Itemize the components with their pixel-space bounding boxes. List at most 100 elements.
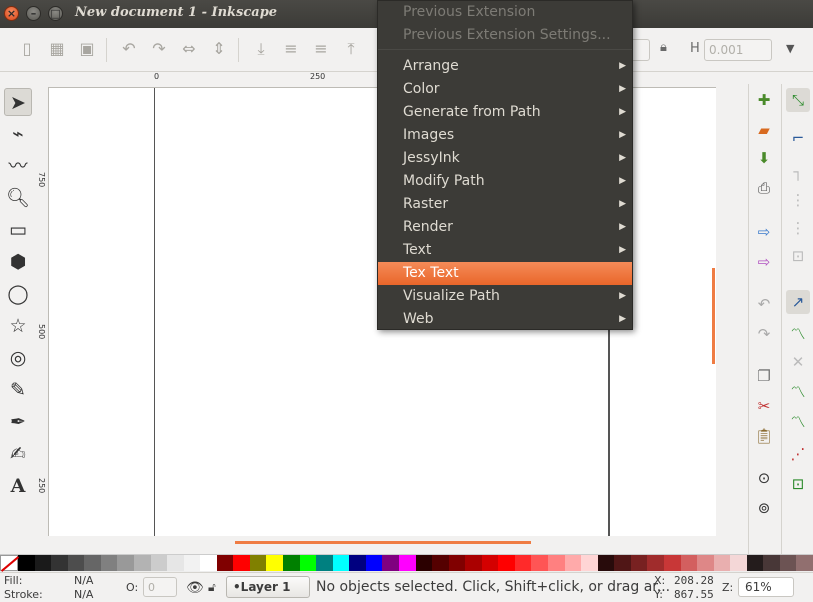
- palette-swatch[interactable]: [730, 555, 747, 571]
- palette-swatch[interactable]: [150, 555, 168, 571]
- menu-item[interactable]: Images ▶: [378, 124, 632, 147]
- palette-swatch[interactable]: [432, 555, 449, 571]
- snap-path-icon[interactable]: 〽: [786, 322, 810, 346]
- zoom-selection-icon[interactable]: ⊙: [752, 466, 776, 490]
- snap-midpoint-icon[interactable]: ⋰: [786, 442, 810, 466]
- vertical-scrollbar[interactable]: [716, 88, 730, 536]
- menu-item[interactable]: Visualize Path ▶: [378, 285, 632, 308]
- spiral-tool-icon[interactable]: ◎: [4, 344, 32, 372]
- palette-swatch[interactable]: [299, 555, 317, 571]
- opacity-field[interactable]: 0: [143, 577, 177, 597]
- snap-bbox-midpoint-icon[interactable]: ⋮: [786, 216, 810, 240]
- palette-swatch[interactable]: [796, 555, 813, 571]
- palette-swatch[interactable]: [415, 555, 433, 571]
- chevron-down-icon[interactable]: ▼: [786, 42, 794, 55]
- palette-swatch[interactable]: [18, 555, 35, 571]
- menu-item[interactable]: Arrange ▶: [378, 55, 632, 78]
- palette-swatch[interactable]: [564, 555, 582, 571]
- zoom-tool-icon[interactable]: 🔍︎: [4, 184, 32, 212]
- menu-item[interactable]: Render ▶: [378, 216, 632, 239]
- snap-toggle-icon[interactable]: ⤡: [786, 88, 810, 112]
- palette-swatch[interactable]: [249, 555, 267, 571]
- palette-swatch[interactable]: [200, 555, 217, 571]
- star-tool-icon[interactable]: ☆: [4, 312, 32, 340]
- redo-icon[interactable]: ↷: [752, 322, 776, 346]
- palette-swatch[interactable]: [349, 555, 366, 571]
- palette-swatch[interactable]: [100, 555, 118, 571]
- palette-swatch[interactable]: [84, 555, 101, 571]
- menu-item[interactable]: Text ▶: [378, 239, 632, 262]
- snap-center-icon[interactable]: ⊡: [786, 472, 810, 496]
- new-document-icon[interactable]: ✚: [752, 88, 776, 112]
- menu-item[interactable]: Raster ▶: [378, 193, 632, 216]
- palette-swatch[interactable]: [266, 555, 283, 571]
- snap-smooth-icon[interactable]: 〽: [786, 410, 810, 434]
- eye-icon[interactable]: 👁︎: [186, 580, 204, 596]
- calligraphy-tool-icon[interactable]: ✍: [4, 440, 32, 468]
- palette-swatch[interactable]: [713, 555, 731, 571]
- palette-swatch[interactable]: [779, 555, 797, 571]
- vertical-ruler[interactable]: 750 500 250: [35, 88, 49, 536]
- palette-swatch[interactable]: [382, 555, 399, 571]
- palette-swatch[interactable]: [614, 555, 631, 571]
- palette-swatch[interactable]: [697, 555, 714, 571]
- palette-swatch[interactable]: [133, 555, 151, 571]
- menu-item[interactable]: JessyInk ▶: [378, 147, 632, 170]
- zoom-field[interactable]: 61%: [738, 577, 794, 597]
- ellipse-tool-icon[interactable]: ◯: [4, 280, 32, 308]
- rectangle-tool-icon[interactable]: ▭: [4, 216, 32, 244]
- stroke-value[interactable]: N/A: [74, 588, 93, 601]
- fill-value[interactable]: N/A: [74, 574, 93, 587]
- palette-swatch[interactable]: [332, 555, 350, 571]
- window-close-button[interactable]: ×: [4, 6, 19, 21]
- snap-bbox-corner-icon[interactable]: ⋮: [786, 188, 810, 212]
- palette-swatch[interactable]: [763, 555, 780, 571]
- palette-swatch[interactable]: [680, 555, 698, 571]
- palette-swatch[interactable]: [531, 555, 548, 571]
- height-field[interactable]: 0.001: [704, 39, 772, 61]
- flip-horizontal-icon[interactable]: ⇔: [178, 38, 200, 60]
- palette-swatch[interactable]: [647, 555, 664, 571]
- palette-swatch[interactable]: [216, 555, 234, 571]
- palette-swatch[interactable]: [51, 555, 68, 571]
- lower-to-bottom-icon[interactable]: ⤓: [250, 38, 272, 60]
- palette-swatch[interactable]: [34, 555, 52, 571]
- snap-bbox-center-icon[interactable]: ⊡: [786, 244, 810, 268]
- lock-icon[interactable]: 🔓︎: [208, 580, 216, 595]
- undo-icon[interactable]: ↶: [752, 292, 776, 316]
- paste-icon[interactable]: 📋︎: [752, 424, 776, 448]
- palette-swatch[interactable]: [514, 555, 532, 571]
- selector-tool-icon[interactable]: ➤: [4, 88, 32, 116]
- no-paint-swatch[interactable]: [0, 555, 18, 571]
- palette-swatch[interactable]: [67, 555, 85, 571]
- snap-cusp-icon[interactable]: 〽: [786, 380, 810, 404]
- zoom-drawing-icon[interactable]: ⊚: [752, 496, 776, 520]
- import-icon[interactable]: ⇨: [752, 220, 776, 244]
- snap-intersection-icon[interactable]: ✕: [786, 350, 810, 374]
- raise-icon[interactable]: ≡: [310, 38, 332, 60]
- export-icon[interactable]: ⇨: [752, 250, 776, 274]
- palette-swatch[interactable]: [167, 555, 184, 571]
- palette-swatch[interactable]: [316, 555, 333, 571]
- snap-bbox-icon[interactable]: ⌐: [786, 126, 810, 150]
- window-minimize-button[interactable]: –: [26, 6, 41, 21]
- palette-swatch[interactable]: [548, 555, 565, 571]
- horizontal-scrollbar[interactable]: [49, 536, 716, 554]
- pen-tool-icon[interactable]: ✒: [4, 408, 32, 436]
- raise-to-top-icon[interactable]: ⤒: [340, 38, 362, 60]
- palette-swatch[interactable]: [581, 555, 598, 571]
- palette-swatch[interactable]: [630, 555, 648, 571]
- pencil-tool-icon[interactable]: ✎: [4, 376, 32, 404]
- flip-vertical-icon[interactable]: ⇕: [208, 38, 230, 60]
- print-icon[interactable]: ⎙: [752, 176, 776, 200]
- palette-swatch[interactable]: [398, 555, 416, 571]
- palette-swatch[interactable]: [233, 555, 250, 571]
- palette-swatch[interactable]: [746, 555, 764, 571]
- horizontal-scrollbar-thumb[interactable]: [235, 541, 531, 544]
- palette-swatch[interactable]: [448, 555, 466, 571]
- menu-item[interactable]: Web ▶: [378, 308, 632, 331]
- palette-swatch[interactable]: [481, 555, 499, 571]
- palette-swatch[interactable]: [498, 555, 515, 571]
- lower-icon[interactable]: ≡: [280, 38, 302, 60]
- open-folder-icon[interactable]: ▰: [752, 118, 776, 142]
